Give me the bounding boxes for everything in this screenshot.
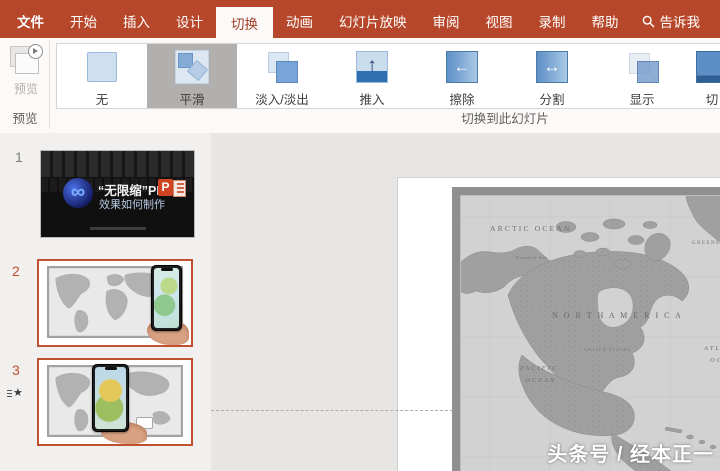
infinity-logo: ∞: [63, 178, 93, 208]
tab-insert[interactable]: 插入: [110, 4, 163, 38]
transition-label: 推入: [359, 93, 385, 107]
transition-label: 平滑: [179, 93, 205, 107]
transition-fade[interactable]: 淡入/淡出: [237, 44, 327, 108]
wipe-transition-icon: ←: [444, 49, 480, 85]
preview-icon: [9, 44, 43, 76]
tab-design[interactable]: 设计: [163, 4, 216, 38]
tab-help[interactable]: 帮助: [579, 4, 632, 38]
transition-label: 分割: [539, 93, 565, 107]
phone-image: [151, 265, 182, 331]
map-label-atlantic-1: ATLANTIC: [703, 345, 720, 352]
tab-record[interactable]: 录制: [526, 4, 579, 38]
watermark-text: 头条号 / 经本正一: [547, 444, 714, 466]
transition-wipe[interactable]: ← 擦除: [417, 44, 507, 108]
transition-none[interactable]: 无: [57, 44, 147, 108]
tab-home[interactable]: 开始: [57, 4, 110, 38]
transition-group-label: 切换到此幻灯片: [461, 112, 549, 126]
tell-me-search[interactable]: 告诉我: [638, 4, 705, 38]
search-icon: [642, 15, 654, 27]
transitions-ribbon: 预览 无 平滑 淡入/淡出 ↑ 推入 ← 擦除 ↔ 分割 显示 切 预览 切换到…: [0, 38, 720, 134]
fade-transition-icon: [264, 49, 300, 85]
tab-transitions[interactable]: 切换: [216, 7, 273, 38]
current-slide[interactable]: ARCTIC OCEAN Beaufort Sea GREENLAND N O …: [398, 178, 720, 471]
preview-group-label: 预览: [12, 112, 38, 126]
transition-cut[interactable]: 切: [667, 44, 720, 108]
slide-thumbnail-2[interactable]: [37, 259, 193, 347]
slide1-subtitle-decoration: [89, 227, 146, 230]
world-map-image[interactable]: ARCTIC OCEAN Beaufort Sea GREENLAND N O …: [452, 187, 720, 471]
slide-thumbnail-3[interactable]: [37, 358, 193, 446]
transition-gallery: 无 平滑 淡入/淡出 ↑ 推入 ← 擦除 ↔ 分割 显示 切: [56, 43, 720, 109]
tab-file[interactable]: 文件: [4, 4, 57, 38]
transition-split[interactable]: ↔ 分割: [507, 44, 597, 108]
tell-me-label: 告诉我: [659, 15, 701, 30]
transition-label: 切: [705, 93, 719, 107]
tab-slideshow[interactable]: 幻灯片放映: [326, 4, 420, 38]
slide-editing-canvas: ARCTIC OCEAN Beaufort Sea GREENLAND N O …: [211, 133, 720, 471]
slide-thumbnail-panel: 1 ∞ “无限缩”PPT 效果如何制作 P 2 3 ★: [0, 133, 212, 471]
reveal-transition-icon: [624, 49, 660, 85]
slide1-screenshot-strip: [41, 151, 194, 177]
map-label-pacific-1: PACIFIC: [519, 365, 558, 372]
map-label-pacific-2: OCEAN: [525, 377, 556, 384]
map-label-beaufort-sea: Beaufort Sea: [516, 255, 547, 260]
split-transition-icon: ↔: [534, 49, 570, 85]
transition-label: 显示: [629, 93, 655, 107]
cut-transition-icon: [694, 49, 720, 85]
map-label-atlantic-2: OCEAN: [710, 357, 720, 364]
tab-review[interactable]: 审阅: [420, 4, 473, 38]
tab-animations[interactable]: 动画: [273, 4, 326, 38]
phone-image: [92, 364, 129, 432]
slide1-number: 1: [15, 149, 23, 165]
transition-push[interactable]: ↑ 推入: [327, 44, 417, 108]
slide-thumbnail-1[interactable]: ∞ “无限缩”PPT 效果如何制作 P: [40, 150, 195, 238]
none-transition-icon: [84, 49, 120, 85]
slide1-title-line2: 效果如何制作: [99, 199, 165, 211]
transition-morph[interactable]: 平滑: [147, 44, 237, 108]
push-transition-icon: ↑: [354, 49, 390, 85]
main-content: 1 ∞ “无限缩”PPT 效果如何制作 P 2 3 ★ ARCTIC OCEAN…: [0, 133, 720, 471]
preview-button[interactable]: 预览: [5, 44, 47, 104]
transition-label: 擦除: [449, 93, 475, 107]
slide3-number: 3: [12, 362, 20, 378]
ribbon-tab-bar: 文件 开始 插入 设计 切换 动画 幻灯片放映 审阅 视图 录制 帮助 告诉我: [0, 0, 720, 38]
transition-label: 淡入/淡出: [255, 93, 309, 107]
morph-transition-icon: [174, 49, 210, 85]
powerpoint-logo: P: [158, 179, 186, 197]
preview-button-label: 预览: [13, 82, 38, 96]
map-label-greenland: GREENLAND: [692, 241, 720, 246]
tab-view[interactable]: 视图: [473, 4, 526, 38]
transition-label: 无: [95, 93, 109, 107]
slide2-number: 2: [12, 263, 20, 279]
animation-star-icon: ★: [7, 386, 23, 399]
map-label-north-america: N O R T H A M E R I C A: [552, 311, 683, 320]
map-label-united-states: UNITED STATES: [584, 347, 631, 352]
map-label-arctic-ocean: ARCTIC OCEAN: [490, 224, 572, 233]
horizontal-guide-line[interactable]: [211, 410, 453, 411]
